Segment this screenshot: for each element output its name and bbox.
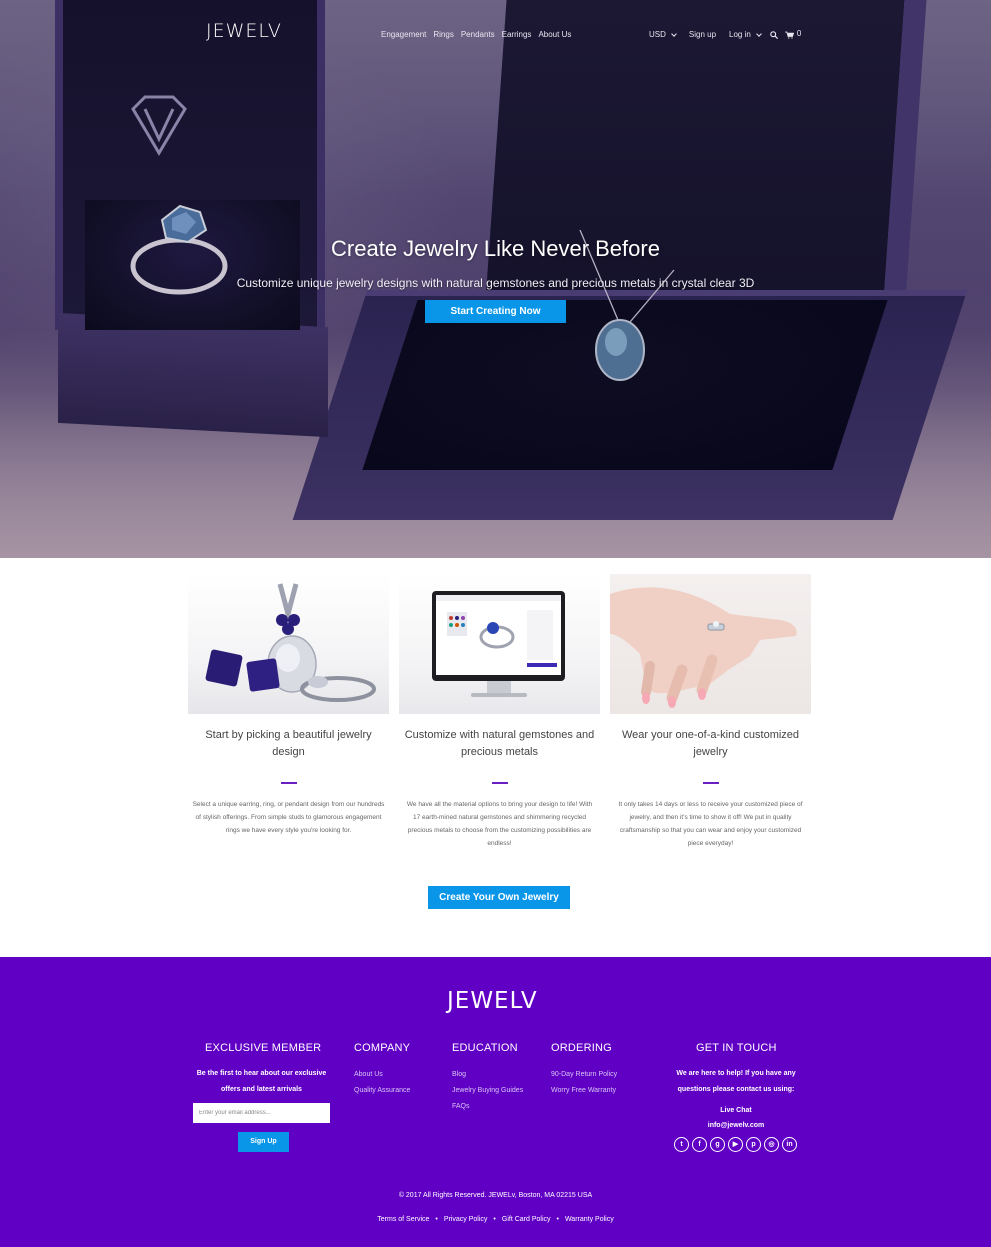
footer-link-blog[interactable]: Blog: [452, 1067, 523, 1083]
linkedin-icon[interactable]: in: [782, 1137, 797, 1152]
nav-link-earrings[interactable]: Earrings: [502, 30, 532, 39]
separator-dot: •: [493, 1216, 496, 1223]
footer-education-title: EDUCATION: [452, 1042, 518, 1054]
search-icon: [770, 30, 778, 39]
footer-link-buying-guides[interactable]: Jewelry Buying Guides: [452, 1083, 523, 1099]
social-links: t f g ▶ p ◎ in: [674, 1137, 797, 1152]
hand-with-ring-icon: [610, 587, 797, 708]
google-plus-icon[interactable]: g: [710, 1137, 725, 1152]
footer-ordering-title: ORDERING: [551, 1042, 612, 1054]
feature-description: Select a unique earring, ring, or pendan…: [192, 801, 385, 834]
footer-link-about-us[interactable]: About Us: [354, 1067, 410, 1083]
separator-dot: •: [435, 1216, 438, 1223]
newsletter-signup-button[interactable]: Sign Up: [238, 1132, 289, 1152]
currency-label: USD: [649, 30, 666, 39]
footer-link-quality-assurance[interactable]: Quality Assurance: [354, 1083, 410, 1099]
cart-button[interactable]: 0: [784, 28, 802, 39]
contact-email-link[interactable]: info@jewelv.com: [668, 1118, 804, 1134]
youtube-icon[interactable]: ▶: [728, 1137, 743, 1152]
signup-label: Sign up: [688, 30, 717, 39]
footer-link-return-policy[interactable]: 90-Day Return Policy: [551, 1067, 617, 1083]
hero-banner: JEWELV Engagement Rings Pendants Earring…: [0, 0, 991, 558]
search-button[interactable]: [770, 30, 778, 39]
login-menu[interactable]: Log in: [729, 30, 762, 39]
nav-link-rings[interactable]: Rings: [433, 30, 453, 39]
twitter-icon[interactable]: t: [674, 1137, 689, 1152]
privacy-policy-link[interactable]: Privacy Policy: [444, 1216, 488, 1223]
feature-description: We have all the material options to brin…: [406, 801, 593, 847]
account-nav: USD Sign up Log in 0: [649, 28, 802, 40]
footer-ordering-links: 90-Day Return Policy Worry Free Warranty: [551, 1067, 617, 1099]
footer-link-faqs[interactable]: FAQs: [452, 1099, 523, 1115]
feature-card-pick-design: Start by picking a beautiful jewelry des…: [188, 574, 389, 837]
footer-exclusive-text: Be the first to hear about our exclusive…: [196, 1070, 327, 1093]
cart-count: 0: [796, 28, 802, 38]
site-logo[interactable]: JEWELV: [206, 20, 282, 42]
nav-link-engagement[interactable]: Engagement: [381, 30, 426, 39]
footer-education-links: Blog Jewelry Buying Guides FAQs: [452, 1067, 523, 1115]
feature-description: It only takes 14 days or less to receive…: [618, 801, 803, 847]
embossed-logo-icon: [131, 95, 187, 156]
ring-box-base: [58, 312, 328, 438]
feature-image-hand: [610, 574, 811, 714]
email-input[interactable]: [193, 1103, 330, 1123]
footer-link-warranty[interactable]: Worry Free Warranty: [551, 1083, 617, 1099]
warranty-policy-link[interactable]: Warranty Policy: [565, 1216, 614, 1223]
main-nav: Engagement Rings Pendants Earrings About…: [381, 30, 571, 39]
feature-title: Wear your one-of-a-kind customized jewel…: [621, 729, 800, 758]
instagram-icon[interactable]: ◎: [764, 1137, 779, 1152]
feature-title: Start by picking a beautiful jewelry des…: [205, 729, 372, 758]
feature-divider: [280, 782, 297, 784]
facebook-icon[interactable]: f: [692, 1137, 707, 1152]
currency-select[interactable]: USD: [649, 30, 677, 39]
create-your-own-button[interactable]: Create Your Own Jewelry: [428, 886, 570, 909]
chevron-down-icon: [755, 30, 762, 37]
footer-logo[interactable]: JEWELV: [447, 988, 538, 1014]
footer-contact-title: GET IN TOUCH: [696, 1042, 777, 1054]
nav-link-pendants[interactable]: Pendants: [461, 30, 495, 39]
copyright-text: © 2017 All Rights Reserved. JEWELv, Bost…: [398, 1192, 593, 1199]
feature-image-monitor: [399, 574, 600, 714]
feature-card-wear: Wear your one-of-a-kind customized jewel…: [610, 574, 811, 850]
start-creating-button[interactable]: Start Creating Now: [425, 300, 566, 323]
signup-link[interactable]: Sign up: [689, 30, 716, 39]
live-chat-link[interactable]: Live Chat: [668, 1103, 804, 1119]
hero-title: Create Jewelry Like Never Before: [331, 236, 660, 261]
feature-divider: [491, 782, 508, 784]
feature-title: Customize with natural gemstones and pre…: [404, 729, 595, 758]
nav-link-about-us[interactable]: About Us: [538, 30, 571, 39]
footer-company-links: About Us Quality Assurance: [354, 1067, 410, 1099]
jewelry-collection-icon: [205, 583, 376, 702]
hero-subtitle: Customize unique jewelry designs with na…: [236, 276, 755, 290]
chevron-down-icon: [671, 30, 677, 37]
feature-divider: [702, 782, 719, 784]
separator-dot: •: [556, 1216, 559, 1223]
gift-card-policy-link[interactable]: Gift Card Policy: [502, 1216, 551, 1223]
legal-links: Terms of Service • Privacy Policy • Gift…: [0, 1216, 991, 1223]
monitor-icon: [432, 591, 565, 697]
footer-exclusive-title: EXCLUSIVE MEMBER: [205, 1042, 322, 1054]
pinterest-icon[interactable]: p: [746, 1137, 761, 1152]
cart-icon: [784, 31, 794, 39]
terms-of-service-link[interactable]: Terms of Service: [377, 1216, 429, 1223]
footer-contact-text: We are here to help! If you have any que…: [676, 1070, 796, 1093]
footer-company-title: COMPANY: [354, 1042, 411, 1054]
login-label: Log in: [729, 30, 751, 39]
feature-card-customize: Customize with natural gemstones and pre…: [399, 574, 600, 850]
feature-image-jewelry: [188, 574, 389, 714]
